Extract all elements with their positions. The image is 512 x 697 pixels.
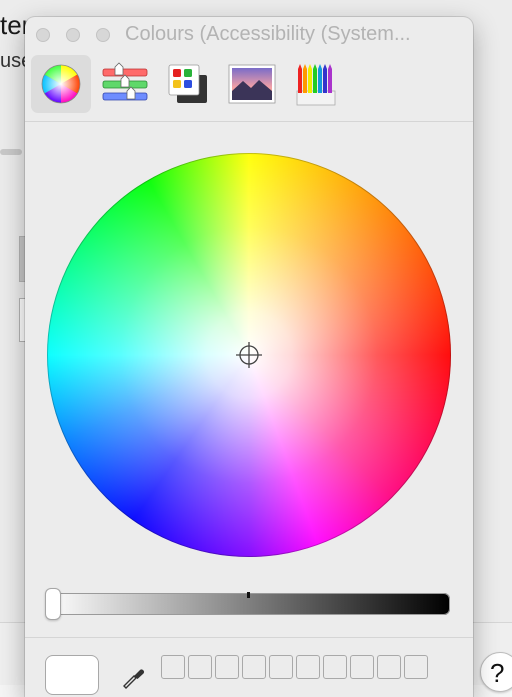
zoom-button[interactable] (96, 28, 110, 42)
tab-image-palettes[interactable] (223, 55, 283, 113)
colour-wheel-icon (41, 64, 81, 104)
colours-panel: Colours (Accessibility (System... (25, 17, 473, 697)
divider (25, 637, 473, 638)
swatch-slot[interactable] (404, 655, 428, 679)
image-palette-icon (228, 64, 276, 104)
sliders-icon (102, 62, 148, 101)
tab-pencils[interactable] (287, 55, 347, 113)
swatch-slot[interactable] (377, 655, 401, 679)
colour-wheel[interactable] (47, 153, 451, 557)
current-colour-swatch[interactable] (45, 655, 99, 695)
background-edge (478, 0, 512, 684)
swatch-slot[interactable] (296, 655, 320, 679)
eyedropper-icon[interactable] (121, 665, 145, 689)
brightness-midpoint-mark (247, 592, 250, 598)
palettes-icon (168, 64, 207, 103)
tab-colour-wheel[interactable] (31, 55, 91, 113)
brightness-slider-thumb[interactable] (45, 588, 61, 620)
crosshair-icon[interactable] (235, 341, 263, 369)
pencils-icon (296, 64, 336, 106)
swatch-slot[interactable] (350, 655, 374, 679)
swatch-slot[interactable] (242, 655, 266, 679)
titlebar: Colours (Accessibility (System... (25, 17, 473, 53)
window-title: Colours (Accessibility (System... (125, 23, 411, 45)
swatch-slot[interactable] (215, 655, 239, 679)
tab-colour-sliders[interactable] (95, 55, 155, 113)
colour-picker-toolbar (25, 53, 473, 122)
close-button[interactable] (36, 28, 50, 42)
tab-colour-palettes[interactable] (159, 55, 219, 113)
swatch-slot[interactable] (323, 655, 347, 679)
swatch-slot[interactable] (269, 655, 293, 679)
background-slider[interactable] (0, 149, 22, 155)
minimize-button[interactable] (66, 28, 80, 42)
help-button[interactable]: ? (480, 652, 512, 692)
saved-swatches (161, 655, 431, 681)
swatch-slot[interactable] (161, 655, 185, 679)
swatch-slot[interactable] (188, 655, 212, 679)
